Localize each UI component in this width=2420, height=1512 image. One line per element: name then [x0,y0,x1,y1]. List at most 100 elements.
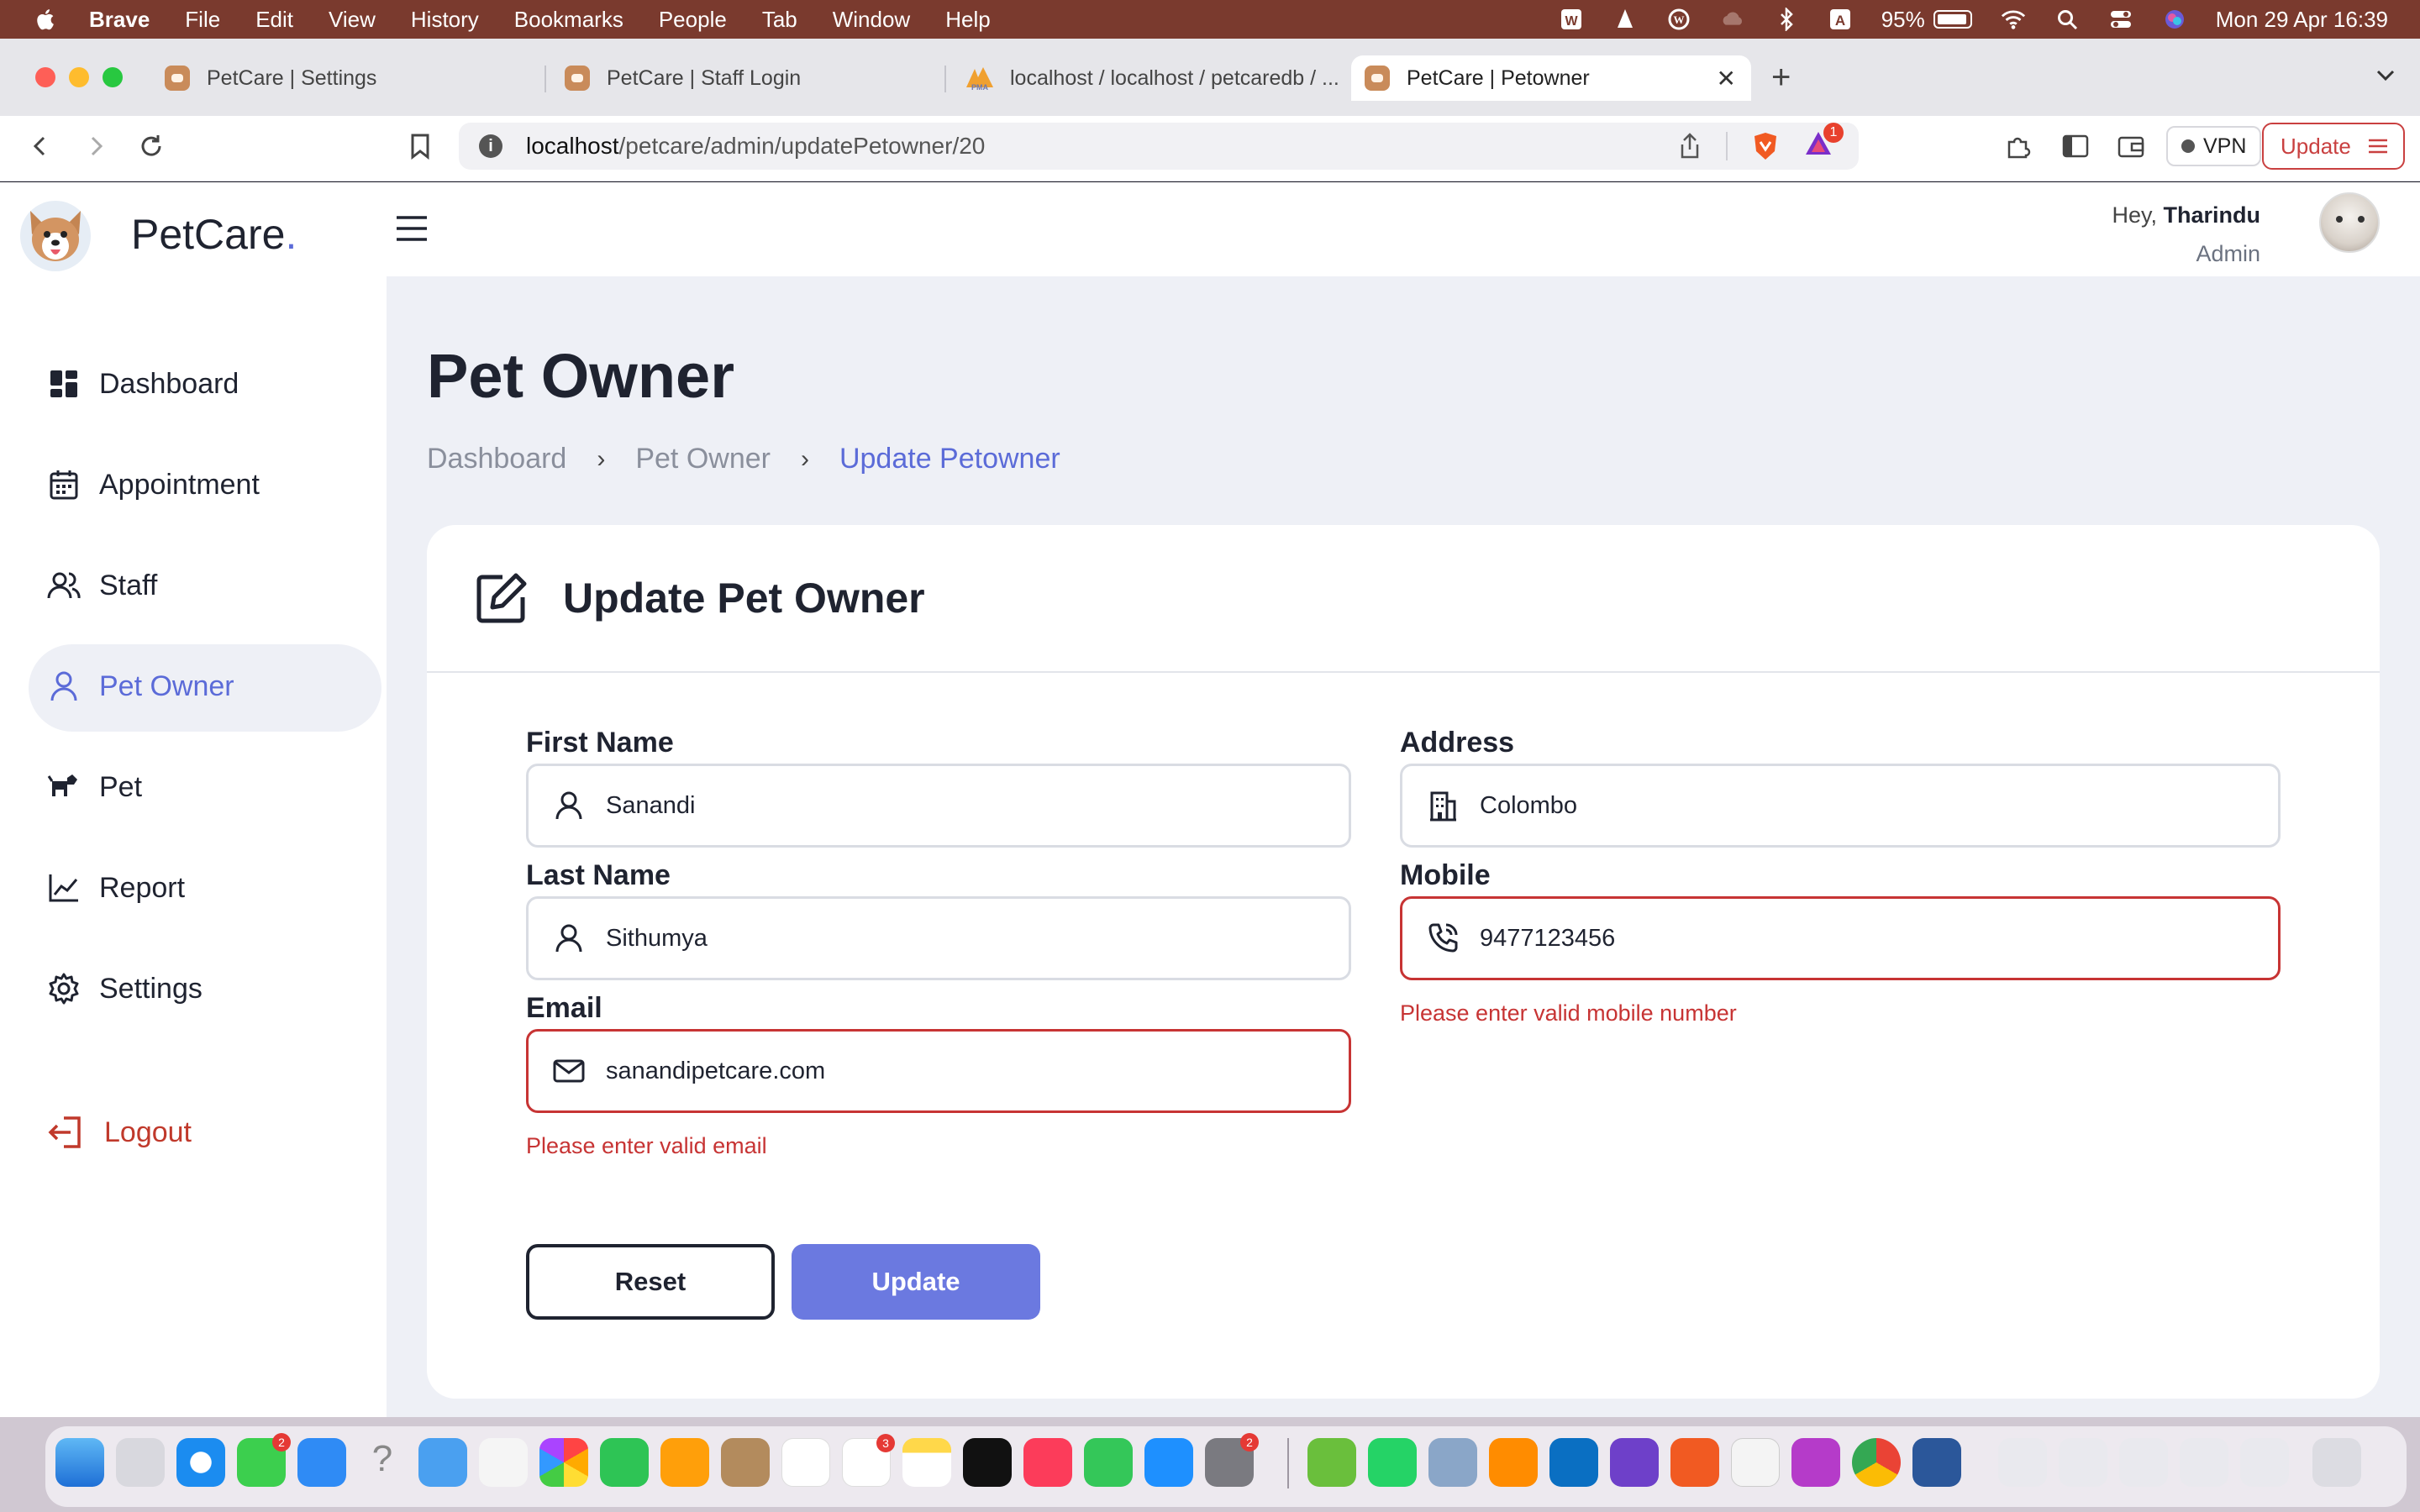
vscode-icon[interactable] [1549,1438,1598,1487]
minimized-window-icon[interactable] [2180,1438,2228,1487]
zoom-window-button[interactable] [103,67,123,87]
github-desktop-icon[interactable] [1610,1438,1659,1487]
email-field[interactable] [526,1029,1351,1113]
sidebar-item-appointment[interactable]: Appointment [0,434,387,535]
minimized-window-icon[interactable] [2119,1438,2168,1487]
reset-button[interactable]: Reset [526,1244,775,1320]
wordpress-status-icon[interactable]: W [1666,7,1691,32]
control-center-icon[interactable] [2108,7,2133,32]
wps-office-icon[interactable] [1791,1438,1840,1487]
facetime-icon[interactable] [600,1438,649,1487]
messages-icon[interactable]: 2 [237,1433,291,1487]
sidebar-item-dashboard[interactable]: Dashboard [0,333,387,434]
address-input[interactable] [1480,768,2278,843]
email-input[interactable] [606,1033,1349,1109]
help-icon[interactable]: ? [358,1438,407,1487]
contacts-icon[interactable] [721,1438,770,1487]
freeform-icon[interactable] [479,1438,528,1487]
share-icon[interactable] [1677,132,1702,160]
calendar-app-icon[interactable] [781,1438,830,1487]
forward-button[interactable] [77,128,114,165]
sidebar-toggle-icon[interactable] [2057,128,2094,165]
hamburger-menu-icon[interactable] [395,214,429,243]
spotlight-search-icon[interactable] [2054,7,2080,32]
system-settings-icon[interactable]: 2 [1205,1433,1259,1487]
cloud-status-icon[interactable] [1720,7,1745,32]
site-info-icon[interactable]: i [479,134,502,158]
finder-icon[interactable] [55,1438,104,1487]
menu-app-name[interactable]: Brave [89,7,150,33]
sidebar-item-report[interactable]: Report [0,837,387,938]
numbers-icon[interactable] [1084,1438,1133,1487]
app-store-icon[interactable] [1144,1438,1193,1487]
reload-button[interactable] [133,128,170,165]
siri-icon[interactable] [2162,7,2187,32]
menu-help[interactable]: Help [945,7,990,33]
browser-tab-staff-login[interactable]: PetCare | Staff Login [551,55,946,101]
vpn-button[interactable]: VPN [2166,126,2262,166]
extensions-icon[interactable] [2000,128,2037,165]
launchpad-icon[interactable] [116,1438,165,1487]
apple-tv-icon[interactable] [963,1438,1012,1487]
first-name-field[interactable] [526,764,1351,848]
last-name-input[interactable] [606,900,1349,976]
brave-browser-icon[interactable] [1670,1438,1719,1487]
reminders-icon[interactable]: 3 [842,1434,895,1487]
utorrent-icon[interactable] [1307,1438,1356,1487]
word-icon[interactable] [1912,1438,1961,1487]
brave-shields-icon[interactable] [1751,131,1780,161]
bookmark-icon[interactable] [402,128,439,165]
vlc-icon[interactable] [1489,1438,1538,1487]
chrome-icon[interactable] [1852,1438,1901,1487]
textedit-icon[interactable] [1731,1438,1780,1487]
mobile-field[interactable] [1400,896,2281,980]
minimized-window-icon[interactable] [1998,1438,2047,1487]
photos-icon[interactable] [539,1438,588,1487]
last-name-field[interactable] [526,896,1351,980]
brave-rewards-button[interactable]: 1 [1803,122,1844,164]
browser-tab-phpmyadmin[interactable]: PMA localhost / localhost / petcaredb / … [951,55,1346,101]
app-logo[interactable]: PetCare. [15,194,297,275]
menubar-clock[interactable]: Mon 29 Apr 16:39 [2216,7,2388,33]
menu-window[interactable]: Window [833,7,910,33]
menu-history[interactable]: History [411,7,479,33]
update-button[interactable]: Update [792,1244,1040,1320]
url-bar[interactable]: i localhost/petcare/admin/updatePetowner… [459,122,1859,170]
input-source-icon[interactable]: A [1828,7,1853,32]
minimize-window-button[interactable] [69,67,89,87]
sidebar-item-staff[interactable]: Staff [0,535,387,636]
minimized-window-icon[interactable] [2059,1438,2107,1487]
close-window-button[interactable] [35,67,55,87]
pages-icon[interactable] [660,1438,709,1487]
music-icon[interactable] [1023,1438,1072,1487]
back-button[interactable] [22,128,59,165]
menu-tab[interactable]: Tab [762,7,797,33]
breadcrumb-pet-owner[interactable]: Pet Owner [635,443,771,475]
apple-logo-icon[interactable] [34,7,59,32]
sidebar-item-pet[interactable]: Pet [0,737,387,837]
minimized-window-icon[interactable] [2240,1438,2289,1487]
utility-icon[interactable] [1428,1438,1477,1487]
menu-edit[interactable]: Edit [255,7,293,33]
menu-view[interactable]: View [329,7,376,33]
menu-people[interactable]: People [659,7,727,33]
sidebar-item-pet-owner[interactable]: Pet Owner [0,636,387,737]
sidebar-item-settings[interactable]: Settings [0,938,387,1039]
first-name-input[interactable] [606,768,1349,843]
notes-icon[interactable] [902,1438,951,1487]
breadcrumb-dashboard[interactable]: Dashboard [427,443,566,475]
close-tab-icon[interactable]: ✕ [1717,65,1736,92]
new-tab-button[interactable]: + [1771,59,1791,97]
menu-file[interactable]: File [185,7,220,33]
tab-search-chevron-icon[interactable] [2373,62,2398,87]
maps-icon[interactable] [418,1438,467,1487]
mobile-input[interactable] [1480,900,2278,976]
logout-button[interactable]: Logout [47,1113,192,1152]
vlc-status-icon[interactable] [1612,7,1638,32]
browser-tab-petowner-active[interactable]: PetCare | Petowner ✕ [1351,55,1751,101]
user-info[interactable]: Hey, Tharindu Admin [2112,196,2260,273]
word-status-icon[interactable]: W [1559,7,1584,32]
wallet-icon[interactable] [2112,128,2149,165]
wifi-icon[interactable] [2001,7,2026,32]
menu-bookmarks[interactable]: Bookmarks [514,7,623,33]
